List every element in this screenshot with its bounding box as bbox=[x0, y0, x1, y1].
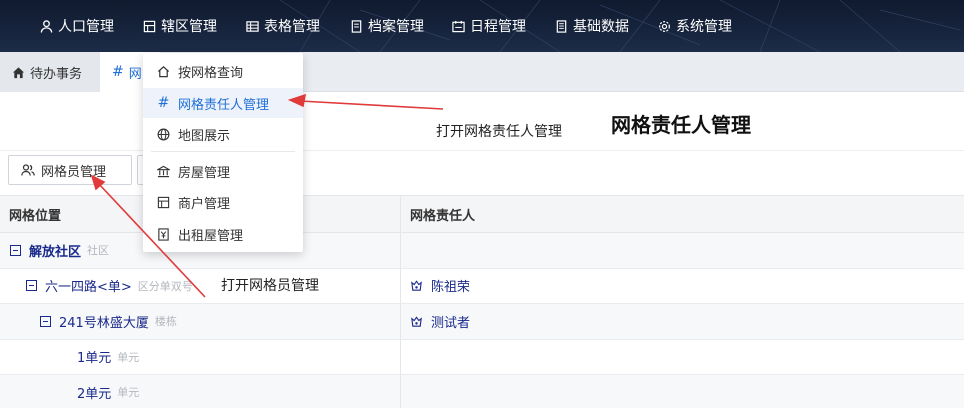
nav-label-population: 人口管理 bbox=[58, 19, 114, 35]
table-row[interactable]: 2单元 单元 bbox=[0, 375, 964, 408]
nav-item-schedule[interactable]: 日程管理 bbox=[452, 0, 526, 52]
grid-staff-button[interactable]: 网格员管理 bbox=[8, 155, 132, 185]
responsible-cell: 测试者 bbox=[401, 304, 964, 339]
top-nav: 人口管理 辖区管理 表格管理 档案管理 日程管理 基础数据 系统管理 bbox=[0, 0, 964, 52]
node-name[interactable]: 解放社区 bbox=[29, 241, 81, 260]
menu-item-merchant[interactable]: 商户管理 bbox=[143, 187, 303, 217]
home-icon bbox=[12, 66, 25, 78]
responsible-cell bbox=[401, 233, 964, 268]
menu-item-query-by-grid[interactable]: 按网格查询 bbox=[143, 56, 303, 86]
page-title: 网格责任人管理 bbox=[611, 113, 751, 137]
nav-label-archives: 档案管理 bbox=[368, 19, 424, 35]
menu-item-label: 商户管理 bbox=[178, 196, 231, 212]
collapse-toggle[interactable] bbox=[40, 315, 51, 327]
nav-label-basic-data: 基础数据 bbox=[573, 19, 629, 35]
node-name[interactable]: 六一四路<单> bbox=[45, 276, 132, 295]
node-type: 单元 bbox=[117, 386, 140, 400]
table-row[interactable]: 六一四路<单> 区分单双号 陈祖荣 bbox=[0, 268, 964, 304]
annotation-open-grid-staff: 打开网格员管理 bbox=[221, 278, 319, 294]
table-icon bbox=[246, 20, 259, 32]
building-icon bbox=[143, 20, 156, 32]
district-dropdown-menu: 按网格查询 # 网格责任人管理 地图展示 房屋管理 商户管理 出租屋管理 bbox=[143, 53, 303, 252]
menu-item-label: 网格责任人管理 bbox=[178, 97, 270, 113]
nav-label-forms: 表格管理 bbox=[264, 19, 320, 35]
tree-cell: 六一四路<单> 区分单双号 bbox=[0, 268, 401, 303]
menu-item-label: 出租屋管理 bbox=[178, 228, 244, 244]
node-name[interactable]: 2单元 bbox=[77, 383, 111, 402]
tree-cell: 241号林盛大厦 楼栋 bbox=[0, 304, 401, 339]
grid-staff-button-label: 网格员管理 bbox=[41, 164, 107, 180]
nav-label-system: 系统管理 bbox=[676, 19, 732, 35]
person-icon bbox=[40, 19, 53, 33]
table-row[interactable]: 1单元 单元 bbox=[0, 339, 964, 375]
nav-label-schedule: 日程管理 bbox=[470, 19, 526, 35]
rental-icon bbox=[158, 227, 169, 241]
nav-item-basic-data[interactable]: 基础数据 bbox=[555, 0, 629, 52]
hash-icon: # bbox=[112, 64, 124, 80]
menu-item-grid-responsible[interactable]: # 网格责任人管理 bbox=[143, 88, 303, 118]
tab-todo[interactable]: 待办事务 bbox=[0, 52, 100, 92]
menu-item-map-display[interactable]: 地图展示 bbox=[143, 119, 303, 149]
annotation-open-responsible: 打开网格责任人管理 bbox=[436, 124, 562, 140]
nav-item-archives[interactable]: 档案管理 bbox=[350, 0, 424, 52]
users-icon bbox=[21, 164, 35, 176]
calendar-icon bbox=[452, 20, 465, 32]
node-name[interactable]: 1单元 bbox=[77, 347, 111, 366]
crown-person-icon bbox=[411, 316, 422, 327]
collapse-toggle[interactable] bbox=[10, 244, 21, 256]
nav-item-forms[interactable]: 表格管理 bbox=[246, 0, 320, 52]
nav-item-system[interactable]: 系统管理 bbox=[658, 0, 732, 52]
responsible-name: 陈祖荣 bbox=[431, 280, 471, 296]
responsible-cell bbox=[401, 375, 964, 408]
tab-active-label: 网 bbox=[128, 66, 142, 82]
tab-todo-label: 待办事务 bbox=[30, 66, 83, 82]
arrow-to-menu-item bbox=[299, 100, 444, 110]
responsible-person[interactable]: 测试者 bbox=[401, 312, 470, 331]
gear-icon bbox=[659, 20, 670, 32]
menu-item-label: 按网格查询 bbox=[178, 65, 244, 81]
crown-person-icon bbox=[411, 280, 422, 291]
file-icon bbox=[351, 19, 362, 33]
bank-icon bbox=[157, 165, 170, 177]
nav-label-district: 辖区管理 bbox=[161, 19, 217, 35]
node-type: 区分单双号 bbox=[137, 279, 193, 293]
node-type: 单元 bbox=[117, 350, 140, 364]
hash-icon: # bbox=[157, 95, 170, 111]
tree-cell: 2单元 单元 bbox=[0, 375, 401, 408]
column-header-responsible: 网格责任人 bbox=[410, 208, 476, 224]
home-icon bbox=[157, 65, 170, 77]
menu-item-housing[interactable]: 房屋管理 bbox=[143, 156, 303, 186]
menu-divider bbox=[151, 151, 295, 152]
node-type: 楼栋 bbox=[154, 315, 177, 329]
node-name[interactable]: 241号林盛大厦 bbox=[59, 312, 149, 331]
node-type: 社区 bbox=[87, 244, 110, 258]
responsible-cell bbox=[401, 340, 964, 375]
responsible-name: 测试者 bbox=[431, 315, 471, 331]
menu-item-label: 房屋管理 bbox=[178, 165, 231, 181]
tree-cell: 1单元 单元 bbox=[0, 339, 401, 374]
table-row[interactable]: 241号林盛大厦 楼栋 测试者 bbox=[0, 304, 964, 340]
responsible-cell: 陈祖荣 bbox=[401, 269, 964, 304]
responsible-person[interactable]: 陈祖荣 bbox=[401, 276, 470, 295]
nav-item-population[interactable]: 人口管理 bbox=[40, 0, 114, 52]
globe-icon bbox=[157, 128, 170, 140]
shop-icon bbox=[157, 196, 170, 208]
menu-item-label: 地图展示 bbox=[178, 128, 231, 144]
menu-item-rental[interactable]: 出租屋管理 bbox=[143, 219, 303, 249]
nav-item-district[interactable]: 辖区管理 bbox=[143, 0, 217, 52]
document-icon bbox=[556, 19, 567, 33]
collapse-toggle[interactable] bbox=[26, 280, 37, 292]
